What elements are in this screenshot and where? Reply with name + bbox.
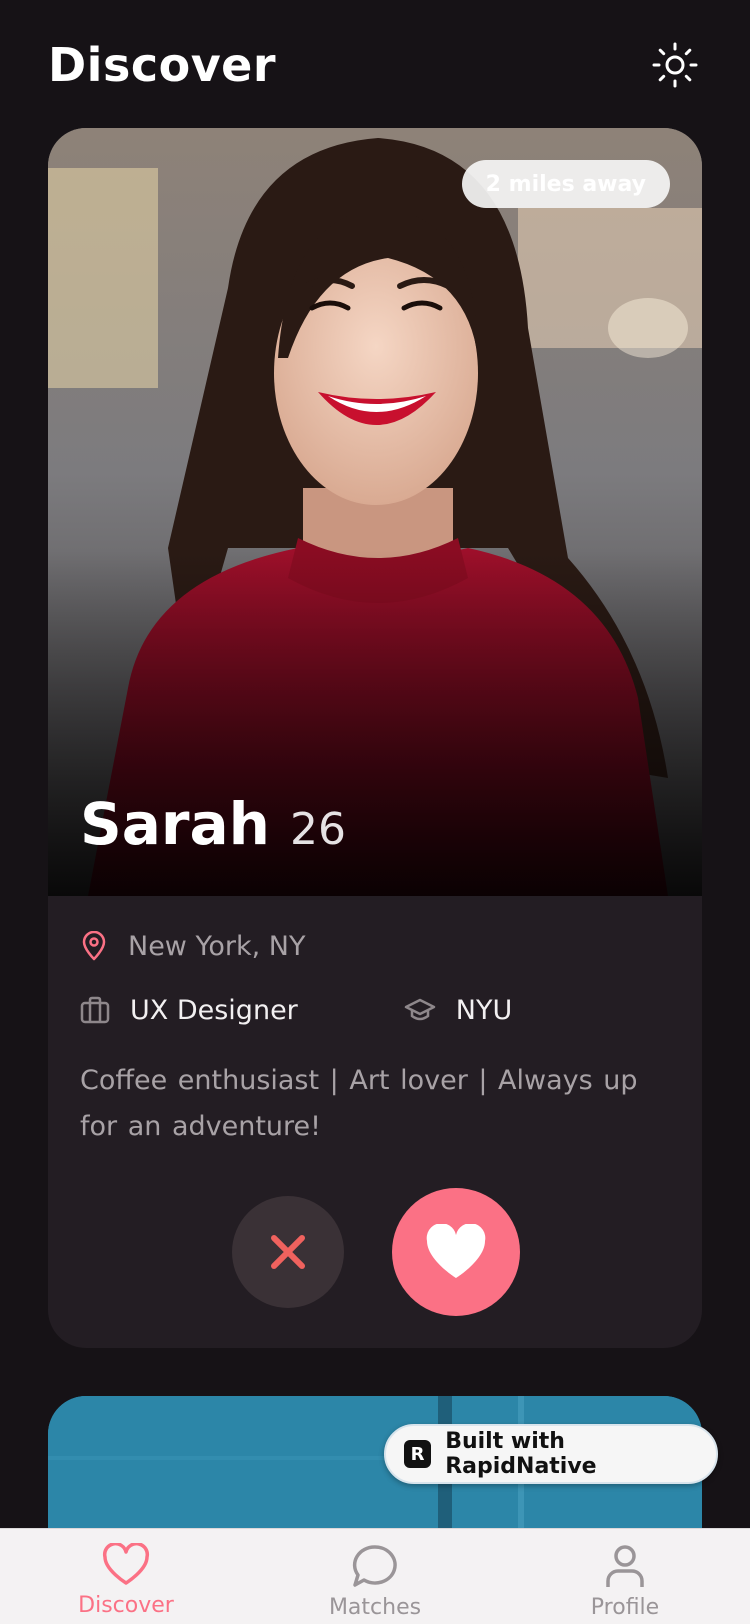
sun-icon bbox=[652, 42, 698, 88]
profile-card[interactable]: 2 miles away Sarah 26 New York, NY UX De… bbox=[48, 128, 702, 1348]
job-item: UX Designer bbox=[80, 995, 298, 1026]
tab-label-matches: Matches bbox=[328, 1595, 422, 1620]
tab-bar: Discover Matches Profile bbox=[0, 1528, 750, 1624]
theme-toggle-button[interactable] bbox=[648, 38, 702, 92]
school-text: NYU bbox=[455, 994, 513, 1026]
location-text: New York, NY bbox=[128, 930, 306, 962]
tab-label-discover: Discover bbox=[78, 1593, 174, 1618]
card-actions bbox=[48, 1188, 702, 1318]
profile-name: Sarah bbox=[80, 790, 270, 858]
user-icon bbox=[606, 1545, 644, 1587]
tab-discover[interactable]: Discover bbox=[26, 1543, 226, 1618]
tab-label-profile: Profile bbox=[590, 1595, 660, 1620]
page-title: Discover bbox=[48, 38, 277, 92]
graduation-cap-icon bbox=[404, 998, 436, 1021]
name-row: Sarah 26 bbox=[80, 790, 346, 858]
chat-bubble-icon bbox=[352, 1545, 397, 1587]
distance-badge: 2 miles away bbox=[461, 160, 670, 208]
profile-photo: 2 miles away Sarah 26 bbox=[48, 128, 702, 896]
map-pin-icon bbox=[82, 931, 106, 961]
rapidnative-logo: R bbox=[404, 1440, 432, 1468]
profile-info: New York, NY UX Designer NYU Coffee enth… bbox=[48, 896, 702, 1150]
school-item: NYU bbox=[404, 995, 512, 1026]
profile-age: 26 bbox=[289, 804, 346, 855]
x-icon bbox=[271, 1235, 305, 1269]
built-with-text: Built with RapidNative bbox=[445, 1429, 597, 1479]
heart-icon bbox=[102, 1543, 150, 1585]
briefcase-icon bbox=[80, 996, 110, 1024]
tab-matches[interactable]: Matches bbox=[275, 1543, 475, 1620]
like-button[interactable] bbox=[392, 1188, 520, 1316]
job-text: UX Designer bbox=[130, 994, 298, 1026]
tab-profile[interactable]: Profile bbox=[525, 1543, 725, 1620]
built-with-badge[interactable]: R Built with RapidNative bbox=[384, 1424, 718, 1484]
heart-icon bbox=[426, 1224, 486, 1278]
location-row: New York, NY bbox=[80, 926, 670, 966]
profile-photo-illustration bbox=[48, 128, 702, 896]
location-item: New York, NY bbox=[80, 931, 306, 962]
work-row: UX Designer NYU bbox=[80, 990, 670, 1030]
dislike-button[interactable] bbox=[232, 1196, 344, 1308]
profile-bio: Coffee enthusiast | Art lover | Always u… bbox=[80, 1065, 638, 1142]
header: Discover bbox=[48, 34, 702, 96]
